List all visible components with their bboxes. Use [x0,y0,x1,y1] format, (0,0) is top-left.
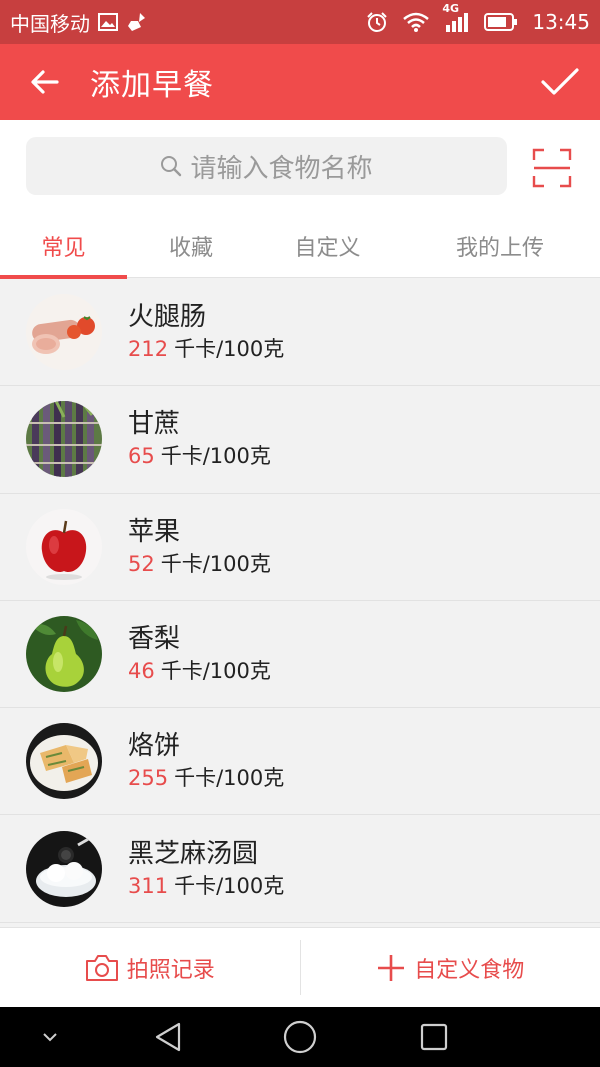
food-name: 黑芝麻汤圆 [128,838,259,869]
custom-food-label: 自定义食物 [414,957,525,983]
network-label: 4G [442,2,460,15]
search-input[interactable]: 请输入食物名称 [26,137,507,195]
sugarcane-icon [26,401,102,478]
apple-icon [26,508,102,585]
picture-notification-icon [98,12,118,32]
food-calories: 65 千卡/100克 [128,441,271,471]
food-name: 苹果 [128,516,181,547]
status-bar: 中国移动 4G 13:45 [0,0,600,44]
list-item[interactable]: 香梨 46 千卡/100克 [0,600,600,709]
nav-back-button[interactable] [148,1019,188,1055]
tab-favorites[interactable]: 收藏 [127,214,255,278]
list-item[interactable]: 烙饼 255 千卡/100克 [0,708,600,816]
custom-food-button[interactable]: 自定义食物 [301,928,600,1007]
food-name: 香梨 [128,624,181,655]
square-recents-icon [420,1023,448,1051]
calorie-value: 46 [128,659,155,684]
pancake-icon [26,723,102,800]
food-name: 火腿肠 [128,302,207,333]
food-name: 甘蔗 [128,409,181,440]
circle-home-icon [283,1020,317,1054]
bottom-action-bar: 拍照记录 自定义食物 [0,927,600,1007]
tab-custom[interactable]: 自定义 [255,214,400,278]
system-nav-bar [0,1007,600,1067]
camera-icon [85,954,118,981]
scan-barcode-button[interactable] [532,148,572,188]
clock: 13:45 [532,10,590,34]
calorie-value: 311 [128,873,169,898]
tab-my-uploads[interactable]: 我的上传 [400,214,600,278]
search-icon [161,156,182,177]
food-calories: 311 千卡/100克 [128,871,284,901]
confirm-button[interactable] [520,44,600,120]
list-item[interactable]: 黑芝麻汤圆 311 千卡/100克 [0,815,600,923]
nav-recents-button[interactable] [414,1019,454,1055]
photo-record-label: 拍照记录 [126,957,215,983]
battery-icon [484,12,518,32]
carrier-label: 中国移动 [10,11,90,36]
calorie-unit: 千卡/100克 [160,551,271,576]
broom-notification-icon [126,11,148,33]
food-name: 烙饼 [128,731,181,762]
food-list: 火腿肠 212 千卡/100克 甘蔗 65 千卡/100克 苹果 52 千卡/1… [0,279,600,927]
sesame-dumplings-icon [26,830,102,907]
calorie-unit: 千卡/100克 [160,444,271,469]
calorie-value: 65 [128,444,155,469]
checkmark-icon [541,68,579,95]
category-tabs: 常见 收藏 自定义 我的上传 [0,214,600,279]
plus-icon [378,954,405,981]
back-arrow-icon [31,70,59,94]
alarm-icon [366,11,388,33]
calorie-unit: 千卡/100克 [160,659,271,684]
list-item[interactable]: 火腿肠 212 千卡/100克 [0,279,600,387]
scan-icon [532,148,572,188]
wifi-icon [402,11,430,33]
calorie-value: 255 [128,766,169,791]
food-calories: 255 千卡/100克 [128,763,284,793]
back-button[interactable] [0,44,90,120]
calorie-unit: 千卡/100克 [174,337,285,362]
pear-icon [26,616,102,693]
page-title: 添加早餐 [90,68,214,103]
calorie-value: 212 [128,337,169,362]
app-header: 添加早餐 [0,44,600,120]
list-item[interactable]: 甘蔗 65 千卡/100克 [0,386,600,494]
hide-nav-button[interactable] [36,1025,64,1049]
photo-record-button[interactable]: 拍照记录 [0,928,300,1007]
list-item[interactable]: 苹果 52 千卡/100克 [0,493,600,601]
chevron-down-icon [43,1033,57,1042]
food-calories: 52 千卡/100克 [128,549,271,579]
search-area: 请输入食物名称 [0,120,600,214]
calorie-unit: 千卡/100克 [174,873,285,898]
signal-icon: 4G [442,2,470,33]
search-placeholder: 请输入食物名称 [190,153,373,184]
food-calories: 212 千卡/100克 [128,334,284,364]
calorie-unit: 千卡/100克 [174,766,285,791]
food-calories: 46 千卡/100克 [128,656,271,686]
ham-sausage-icon [26,294,102,371]
nav-home-button[interactable] [280,1019,320,1055]
tab-common[interactable]: 常见 [0,214,127,279]
calorie-value: 52 [128,551,155,576]
triangle-back-icon [155,1022,181,1052]
